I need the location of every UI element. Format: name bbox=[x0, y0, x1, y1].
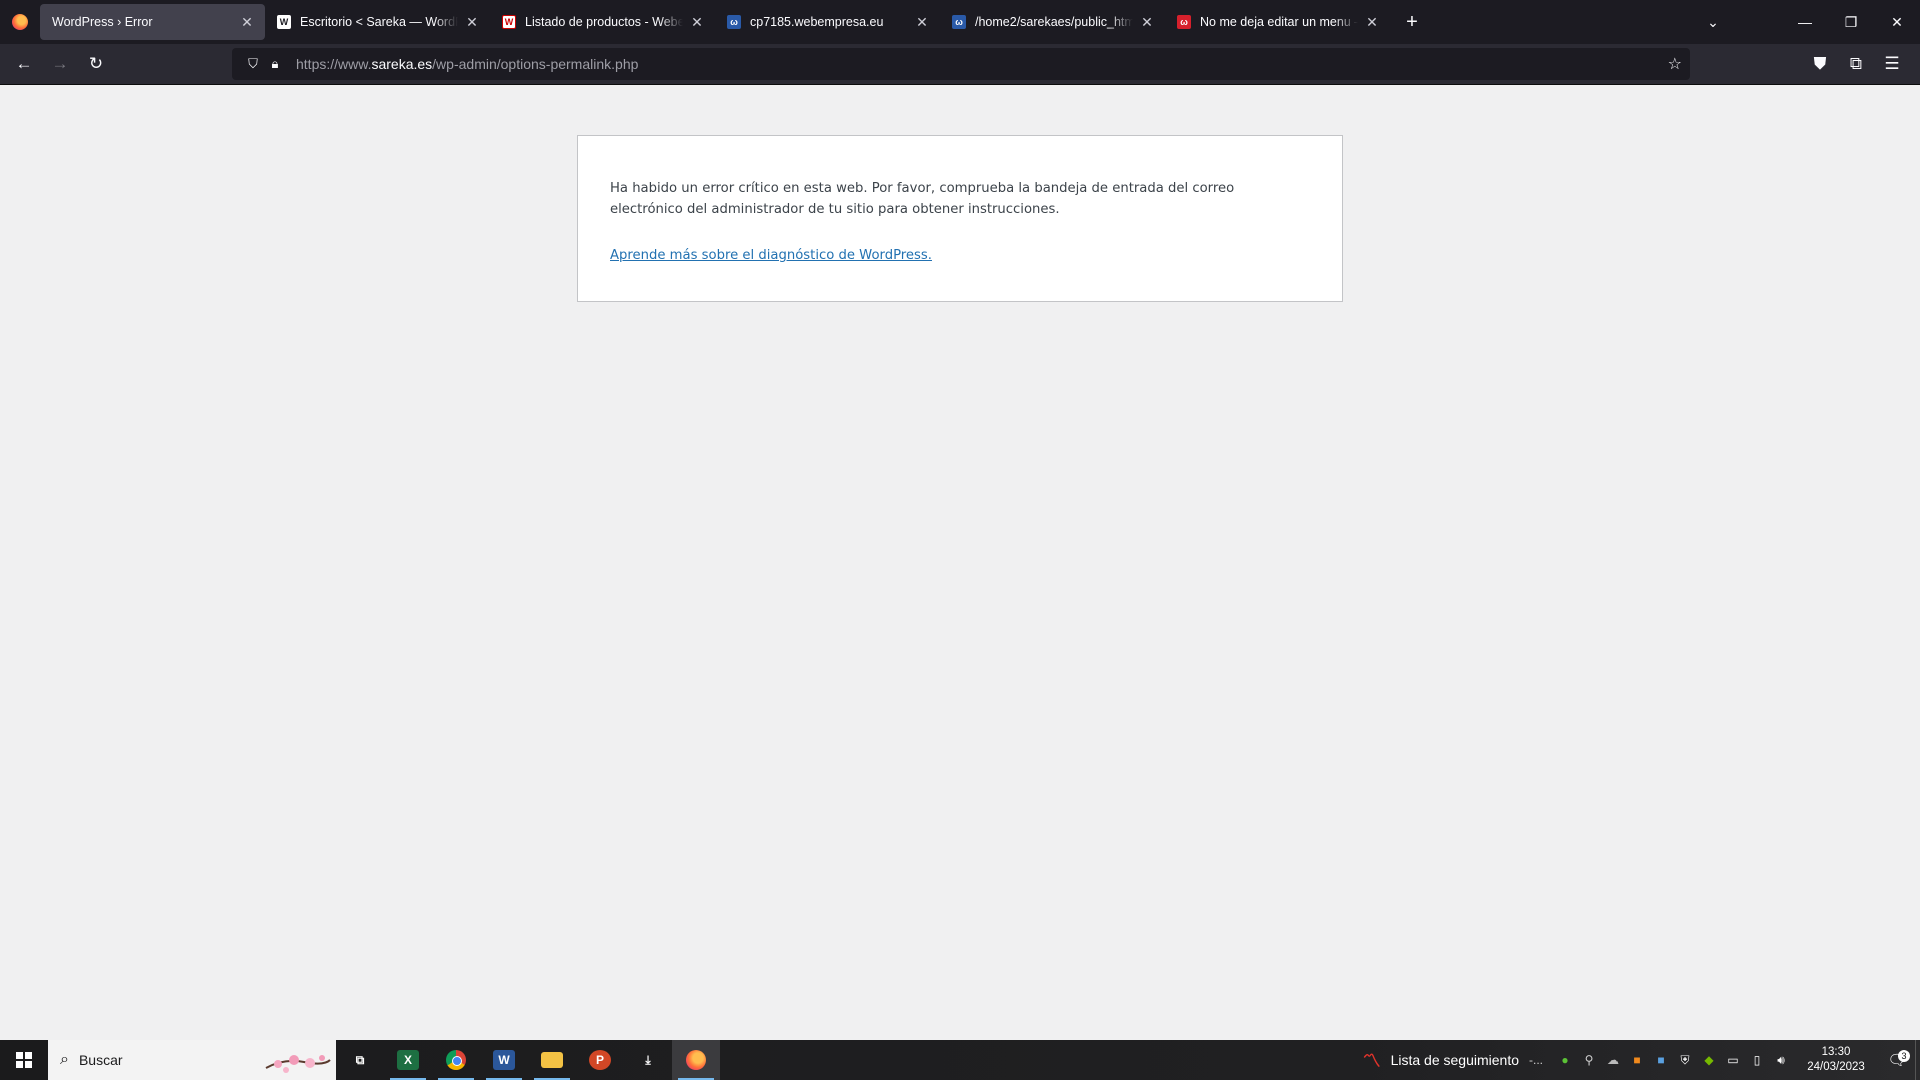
tab-bar: WordPress › Error ✕ W Escritorio < Sarek… bbox=[0, 0, 1920, 44]
battery-icon[interactable]: ▯ bbox=[1745, 1053, 1769, 1067]
back-icon[interactable]: ← bbox=[6, 48, 42, 80]
cloud-icon[interactable]: ☁ bbox=[1601, 1053, 1625, 1067]
url-text[interactable]: https://www.sareka.es/wp-admin/options-p… bbox=[296, 56, 638, 72]
watchlist-widget[interactable]: 〽 Lista de seguimiento -... bbox=[1363, 1047, 1543, 1073]
cpanel-icon: ω bbox=[952, 15, 966, 29]
system-tray: 〽 Lista de seguimiento -... ● ⚲ ☁ ■ ■ ⛨ … bbox=[1363, 1040, 1920, 1080]
search-icon: ⌕ bbox=[60, 1051, 69, 1068]
defender-icon[interactable]: ⛨ bbox=[1673, 1053, 1697, 1068]
excel-icon: X bbox=[397, 1050, 419, 1070]
watchlist-more: -... bbox=[1529, 1053, 1543, 1067]
word-icon: W bbox=[493, 1050, 515, 1070]
taskbar-chrome[interactable] bbox=[432, 1040, 480, 1080]
toolbar-right: ⛊ ⧉ ☰ bbox=[1802, 48, 1910, 80]
taskbar-file-explorer[interactable] bbox=[528, 1040, 576, 1080]
security-shield-icon[interactable]: ● bbox=[1553, 1053, 1577, 1067]
app-orange-icon[interactable]: ■ bbox=[1625, 1053, 1649, 1067]
hamburger-menu-icon[interactable]: ☰ bbox=[1874, 48, 1910, 80]
taskbar-search[interactable]: ⌕ Buscar bbox=[48, 1040, 336, 1080]
close-tab-icon[interactable]: ✕ bbox=[239, 14, 255, 30]
notification-count: 3 bbox=[1898, 1050, 1910, 1062]
window-controls: ⌄ ― ❐ ✕ bbox=[1690, 0, 1920, 44]
tab-title: Listado de productos - Webempresa bbox=[525, 15, 683, 29]
forward-icon[interactable]: → bbox=[42, 48, 78, 80]
tracking-protection-shield-icon[interactable]: ⛉ bbox=[242, 56, 264, 72]
clock-time: 13:30 bbox=[1821, 1046, 1851, 1058]
close-window-icon[interactable]: ✕ bbox=[1874, 0, 1920, 44]
taskbar-firefox[interactable] bbox=[672, 1040, 720, 1080]
download-icon: ⤓ bbox=[645, 1052, 651, 1067]
close-tab-icon[interactable]: ✕ bbox=[1364, 14, 1380, 30]
start-button[interactable] bbox=[0, 1040, 48, 1080]
cherry-blossom-decoration-icon bbox=[265, 1055, 331, 1073]
url-path: /wp-admin/options-permalink.php bbox=[432, 56, 639, 72]
app-blue-icon[interactable]: ■ bbox=[1649, 1053, 1673, 1067]
url-prefix: https://www. bbox=[296, 56, 372, 72]
powerpoint-icon: P bbox=[589, 1050, 611, 1070]
page-content: Ha habido un error crítico en esta web. … bbox=[0, 86, 1920, 1040]
tab-escritorio[interactable]: W Escritorio < Sareka — WordPress ✕ bbox=[265, 4, 490, 40]
extensions-icon[interactable]: ⧉ bbox=[1838, 48, 1874, 80]
taskbar-powerpoint[interactable]: P bbox=[576, 1040, 624, 1080]
clock-date: 24/03/2023 bbox=[1807, 1061, 1865, 1073]
url-domain: sareka.es bbox=[371, 56, 433, 72]
close-tab-icon[interactable]: ✕ bbox=[914, 14, 930, 30]
tab-editar-menu[interactable]: ω No me deja editar un menu – Ayuda ✕ bbox=[1165, 4, 1390, 40]
restore-icon[interactable]: ❐ bbox=[1828, 0, 1874, 44]
windows-logo-icon bbox=[16, 1052, 32, 1068]
firefox-menu-icon[interactable] bbox=[0, 0, 40, 44]
nvidia-icon[interactable]: ◆ bbox=[1697, 1053, 1721, 1067]
tab-public-html[interactable]: ω /home2/sarekaes/public_html/wp ✕ bbox=[940, 4, 1165, 40]
tab-cp7185[interactable]: ω cp7185.webempresa.eu ✕ bbox=[715, 4, 940, 40]
pocket-icon[interactable]: ⛊ bbox=[1802, 48, 1838, 80]
task-view-icon: ⧉ bbox=[355, 1052, 365, 1067]
wordpress-icon: W bbox=[277, 15, 291, 29]
reload-icon[interactable]: ↻ bbox=[78, 48, 114, 80]
address-bar[interactable]: ⛉ 🔒︎ https://www.sareka.es/wp-admin/opti… bbox=[232, 48, 1690, 80]
network-icon[interactable]: ▭ bbox=[1721, 1053, 1745, 1067]
close-tab-icon[interactable]: ✕ bbox=[1139, 14, 1155, 30]
bookmark-star-icon[interactable]: ☆ bbox=[1668, 54, 1682, 74]
tab-title: /home2/sarekaes/public_html/wp bbox=[975, 15, 1133, 29]
task-view-button[interactable]: ⧉ bbox=[336, 1040, 384, 1080]
webempresa-icon: W bbox=[502, 15, 516, 29]
lock-icon[interactable]: 🔒︎ bbox=[264, 56, 286, 72]
tab-title: No me deja editar un menu – Ayuda bbox=[1200, 15, 1358, 29]
show-desktop-button[interactable] bbox=[1915, 1040, 1920, 1080]
volume-icon[interactable]: 🔊︎ bbox=[1769, 1053, 1793, 1068]
windows-taskbar: ⌕ Buscar ⧉ X W P ⤓ 〽 Lista de seguimient… bbox=[0, 1040, 1920, 1080]
wordpress-diagnostic-link[interactable]: Aprende más sobre el diagnóstico de Word… bbox=[610, 245, 932, 266]
webempresa-red-icon: ω bbox=[1177, 15, 1191, 29]
firefox-icon bbox=[686, 1050, 706, 1070]
close-tab-icon[interactable]: ✕ bbox=[689, 14, 705, 30]
stock-chart-icon: 〽 bbox=[1362, 1051, 1381, 1071]
tab-title: Escritorio < Sareka — WordPress bbox=[300, 15, 458, 29]
error-box: Ha habido un error crítico en esta web. … bbox=[577, 135, 1343, 302]
tray-icons: ● ⚲ ☁ ■ ■ ⛨ ◆ ▭ ▯ 🔊︎ bbox=[1553, 1053, 1793, 1068]
notification-center-button[interactable]: 🗨︎ 3 bbox=[1879, 1050, 1915, 1069]
navigation-toolbar: ← → ↻ ⛉ 🔒︎ https://www.sareka.es/wp-admi… bbox=[0, 44, 1920, 85]
tab-title: cp7185.webempresa.eu bbox=[750, 15, 884, 29]
minimize-icon[interactable]: ― bbox=[1782, 0, 1828, 44]
list-all-tabs-icon[interactable]: ⌄ bbox=[1690, 0, 1736, 44]
tab-listado-productos[interactable]: W Listado de productos - Webempresa ✕ bbox=[490, 4, 715, 40]
close-tab-icon[interactable]: ✕ bbox=[464, 14, 480, 30]
clock[interactable]: 13:30 24/03/2023 bbox=[1801, 1045, 1871, 1075]
chrome-icon bbox=[446, 1050, 466, 1070]
watchlist-label: Lista de seguimiento bbox=[1390, 1052, 1519, 1068]
tab-title: WordPress › Error bbox=[52, 15, 153, 29]
search-placeholder: Buscar bbox=[78, 1052, 123, 1068]
new-tab-button[interactable]: + bbox=[1396, 6, 1428, 38]
error-message: Ha habido un error crítico en esta web. … bbox=[610, 181, 1235, 217]
cpanel-icon: ω bbox=[727, 15, 741, 29]
tab-list: WordPress › Error ✕ W Escritorio < Sarek… bbox=[40, 0, 1428, 44]
usb-icon[interactable]: ⚲ bbox=[1577, 1053, 1601, 1067]
taskbar-downloader[interactable]: ⤓ bbox=[624, 1040, 672, 1080]
tab-wordpress-error[interactable]: WordPress › Error ✕ bbox=[40, 4, 265, 40]
taskbar-word[interactable]: W bbox=[480, 1040, 528, 1080]
folder-icon bbox=[541, 1052, 563, 1068]
taskbar-excel[interactable]: X bbox=[384, 1040, 432, 1080]
